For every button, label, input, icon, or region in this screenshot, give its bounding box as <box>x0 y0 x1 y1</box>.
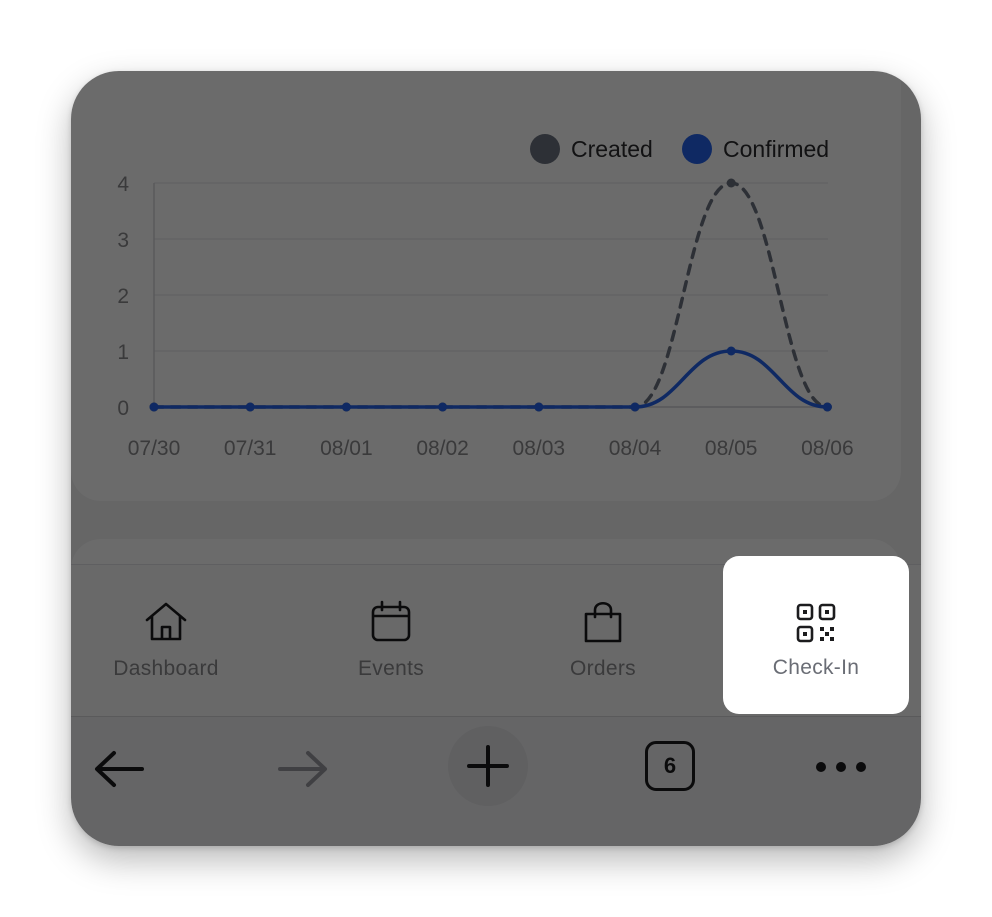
y-tick-label: 3 <box>117 229 129 252</box>
tab-orders[interactable]: Orders <box>508 565 698 715</box>
more-button[interactable] <box>811 747 871 787</box>
data-point-confirmed <box>245 402 255 412</box>
legend-swatch-created <box>530 134 560 164</box>
tab-dashboard-label: Dashboard <box>113 657 219 680</box>
series-line-confirmed <box>152 349 830 409</box>
tab-dashboard[interactable]: Dashboard <box>71 565 261 715</box>
legend-label-created: Created <box>571 136 653 162</box>
data-point-confirmed <box>149 402 159 412</box>
y-tick-label: 1 <box>117 341 129 364</box>
data-point-confirmed <box>630 402 640 412</box>
x-tick-label: 08/04 <box>609 437 662 460</box>
data-point-created <box>726 178 736 188</box>
x-tick-label: 07/31 <box>224 437 277 460</box>
x-tick-label: 07/30 <box>128 437 181 460</box>
back-arrow-icon <box>95 751 144 787</box>
line-chart: 0 1 2 3 4 07/30 07/31 08/01 08/02 08/03 08/04 08/05… <box>117 134 854 460</box>
back-button[interactable] <box>89 739 149 799</box>
tab-count: 6 <box>663 753 677 778</box>
legend-swatch-confirmed <box>682 134 712 164</box>
x-tick-label: 08/01 <box>320 437 373 460</box>
tabs-icon: 6 <box>645 741 695 791</box>
y-tick-label: 0 <box>117 397 129 420</box>
data-point-confirmed <box>534 402 544 412</box>
shopping-bag-icon <box>584 601 622 643</box>
qr-code-icon <box>796 603 836 643</box>
browser-toolbar: 6 <box>71 716 921 846</box>
data-point-confirmed <box>726 346 736 356</box>
checkins-chart-card: 0 1 2 3 4 07/30 07/31 08/01 08/02 08/03 08/04 08/05… <box>71 71 901 501</box>
plus-icon <box>467 745 509 787</box>
y-tick-label: 4 <box>117 173 129 196</box>
x-tick-label: 08/03 <box>513 437 566 460</box>
data-point-confirmed <box>822 402 832 412</box>
new-tab-button[interactable] <box>448 726 528 806</box>
home-icon <box>145 602 187 641</box>
phone-screen: 0 1 2 3 4 07/30 07/31 08/01 08/02 08/03 08/04 08/05… <box>71 71 921 846</box>
tab-check-in[interactable]: Check-In <box>723 556 909 714</box>
x-tick-label: 08/06 <box>801 437 854 460</box>
forward-button[interactable] <box>273 739 333 799</box>
tab-events[interactable]: Events <box>296 565 486 715</box>
x-tick-label: 08/05 <box>705 437 758 460</box>
x-tick-label: 08/02 <box>416 437 469 460</box>
forward-arrow-icon <box>278 751 327 787</box>
more-icon <box>816 762 866 772</box>
legend-label-confirmed: Confirmed <box>723 136 829 162</box>
calendar-icon <box>371 600 411 642</box>
tab-orders-label: Orders <box>570 657 636 680</box>
data-point-confirmed <box>438 402 448 412</box>
tab-events-label: Events <box>358 657 424 680</box>
tabs-button[interactable]: 6 <box>645 741 695 791</box>
y-tick-label: 2 <box>117 285 129 308</box>
tab-check-in-label: Check-In <box>772 656 860 679</box>
data-point-confirmed <box>341 402 351 412</box>
